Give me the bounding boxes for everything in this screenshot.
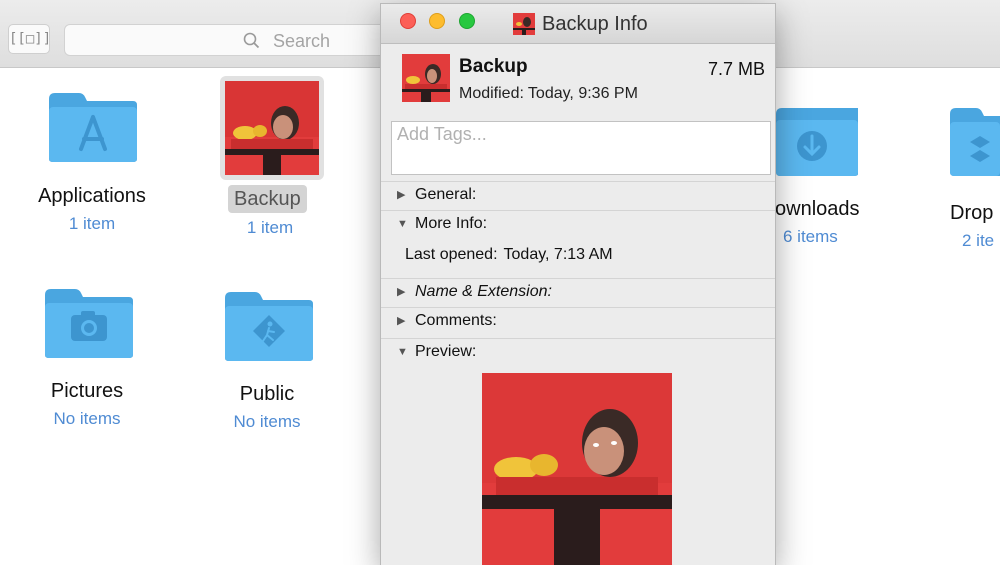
- preview-image: [482, 373, 672, 565]
- zoom-button[interactable]: [459, 13, 475, 29]
- backup-header-icon: [402, 54, 450, 102]
- file-size: 7.7 MB: [707, 59, 765, 79]
- downloads-folder-icon[interactable]: [776, 104, 860, 176]
- section-more-info-label: More Info:: [415, 215, 488, 232]
- info-titlebar[interactable]: Backup Info: [381, 4, 775, 44]
- last-opened-label: Last opened:: [405, 246, 498, 263]
- public-folder-icon[interactable]: [223, 288, 315, 362]
- section-preview-label: Preview:: [415, 343, 477, 360]
- file-name: Backup: [459, 56, 528, 77]
- modified-value: Today, 9:36 PM: [527, 85, 638, 102]
- item-count: 1 item: [246, 218, 294, 237]
- finder-item-backup[interactable]: 1 item: [210, 218, 330, 238]
- last-opened-row: Last opened: Today, 7:13 AM: [405, 246, 613, 264]
- modified-info: Modified: Today, 9:36 PM: [459, 85, 638, 103]
- tags-field[interactable]: [391, 121, 771, 175]
- section-more-info[interactable]: ▼ More Info:: [381, 210, 775, 238]
- finder-item-applications[interactable]: Applications 1 item: [22, 185, 162, 234]
- disclosure-expanded-icon[interactable]: ▼: [397, 339, 408, 365]
- item-name: Applications: [38, 185, 146, 207]
- tags-input[interactable]: [392, 122, 770, 146]
- minimize-button[interactable]: [429, 13, 445, 29]
- disclosure-expanded-icon[interactable]: ▼: [397, 211, 408, 237]
- section-general[interactable]: ▶ General:: [381, 181, 775, 209]
- disclosure-collapsed-icon[interactable]: ▶: [397, 279, 405, 305]
- close-button[interactable]: [400, 13, 416, 29]
- item-name: Pictures: [50, 380, 124, 402]
- section-name-extension-label: Name & Extension:: [415, 283, 552, 300]
- search-icon: [243, 32, 260, 49]
- info-window: Backup Info Backup 7.7 MB Modified: Today…: [380, 3, 776, 565]
- section-comments-label: Comments:: [415, 312, 497, 329]
- item-count: No items: [53, 409, 121, 428]
- section-name-extension[interactable]: ▶ Name & Extension:: [381, 278, 775, 306]
- finder-item-pictures[interactable]: Pictures No items: [17, 380, 157, 429]
- disclosure-collapsed-icon[interactable]: ▶: [397, 182, 405, 208]
- finder-item-dropbox[interactable]: Drop 2 ite: [950, 202, 1000, 251]
- window-title: Backup Info: [542, 13, 648, 35]
- item-name: ownloads: [775, 198, 860, 220]
- dropbox-folder-icon[interactable]: [950, 104, 1000, 176]
- item-name: Drop: [950, 202, 994, 224]
- finder-item-downloads[interactable]: ownloads 6 items: [775, 198, 875, 247]
- applications-folder-icon[interactable]: [47, 89, 139, 163]
- section-comments[interactable]: ▶ Comments:: [381, 307, 775, 335]
- pictures-folder-icon[interactable]: [43, 285, 135, 359]
- search-placeholder: Search: [273, 31, 331, 51]
- backup-file-icon: [513, 13, 535, 35]
- item-count: 1 item: [68, 214, 116, 233]
- last-opened-value: Today, 7:13 AM: [503, 246, 613, 263]
- disclosure-collapsed-icon[interactable]: ▶: [397, 308, 405, 334]
- backup-image-thumbnail[interactable]: [220, 76, 324, 180]
- info-header: Backup 7.7 MB Modified: Today, 9:36 PM: [381, 44, 775, 120]
- section-general-label: General:: [415, 186, 477, 203]
- item-name: Public: [239, 383, 295, 405]
- backup-name-label[interactable]: Backup: [228, 185, 307, 213]
- item-count: No items: [233, 412, 301, 431]
- item-count: 2 ite: [962, 231, 995, 250]
- modified-label: Modified:: [459, 85, 524, 102]
- finder-item-public[interactable]: Public No items: [197, 383, 337, 432]
- section-preview[interactable]: ▼ Preview:: [381, 338, 775, 366]
- item-count: 6 items: [783, 227, 838, 246]
- view-options-button[interactable]: [[□]]: [8, 24, 51, 54]
- search-field[interactable]: Search: [64, 24, 394, 56]
